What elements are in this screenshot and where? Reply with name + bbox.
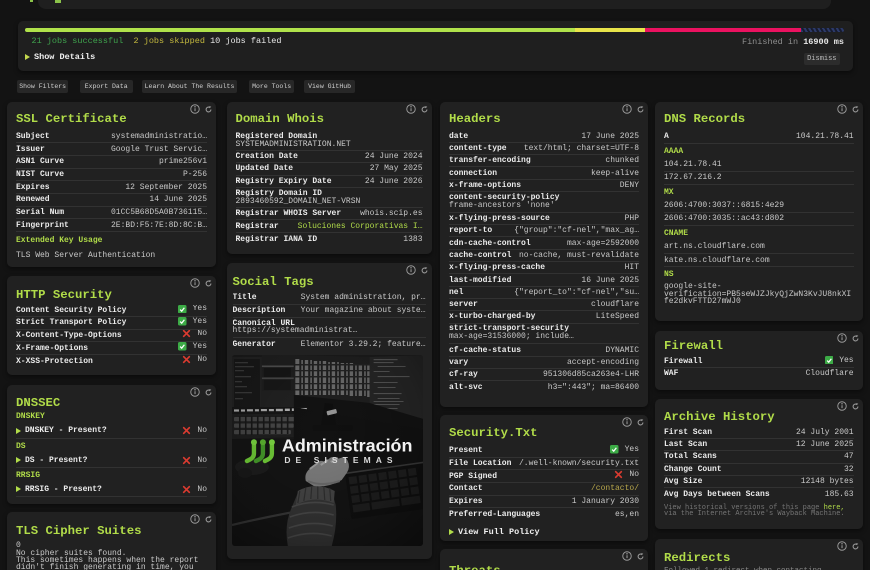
svg-text:DE SISTEMAS: DE SISTEMAS (284, 455, 397, 465)
svg-text:Administración: Administración (281, 435, 412, 455)
